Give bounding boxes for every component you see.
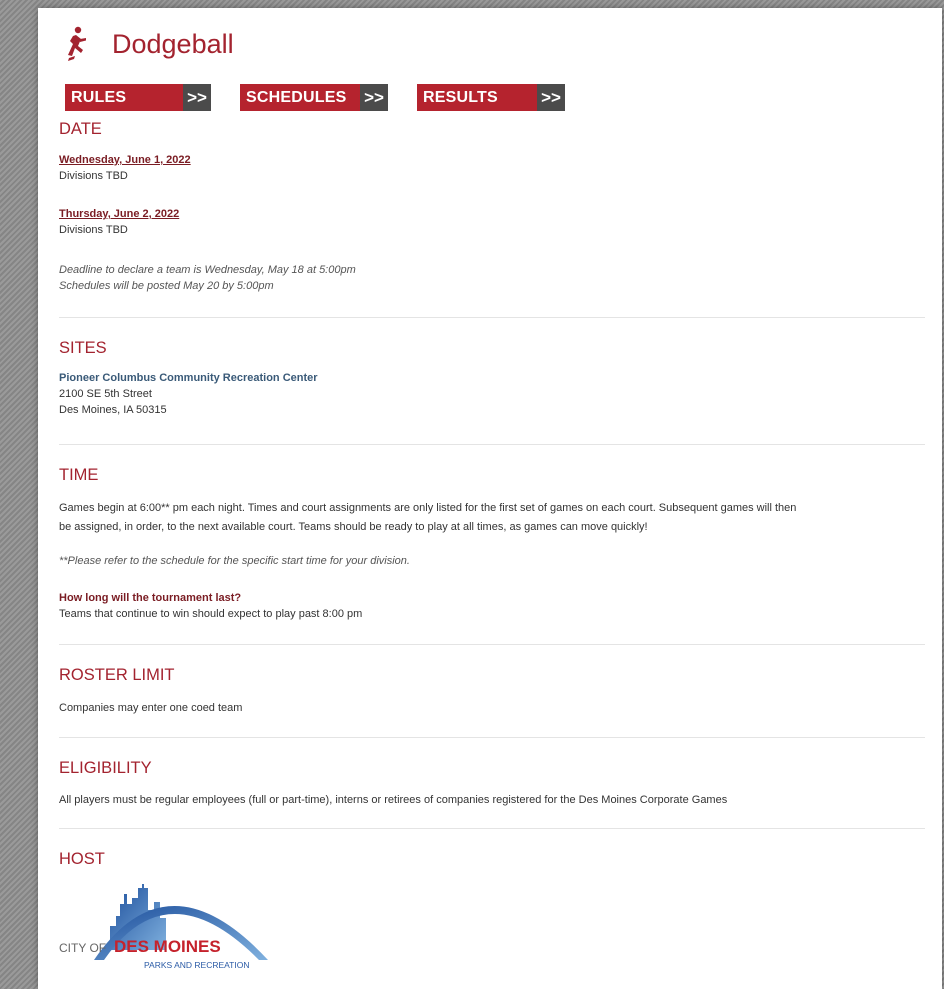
schedules-button-label: SCHEDULES [240,84,360,111]
double-chevron-right-icon: >> [183,84,211,111]
rules-button-label: RULES [65,84,183,111]
logo-text-des-moines: DES MOINES [114,937,221,956]
duration-faq: How long will the tournament last? Teams… [59,590,362,622]
divider [59,444,925,445]
double-chevron-right-icon: >> [537,84,565,111]
double-chevron-right-icon: >> [360,84,388,111]
duration-answer: Teams that continue to win should expect… [59,608,363,620]
site-name: Pioneer Columbus Community Recreation Ce… [59,372,318,384]
page-header: Dodgeball [64,22,234,66]
rules-button[interactable]: RULES >> [65,84,211,111]
des-moines-parks-logo: CITY OF DES MOINES PARKS AND RECREATION [59,884,268,970]
site-street: 2100 SE 5th Street [59,388,152,400]
page-title: Dodgeball [112,28,234,59]
site-address: Pioneer Columbus Community Recreation Ce… [59,370,318,418]
schedules-button[interactable]: SCHEDULES >> [240,84,388,111]
main-page: Dodgeball RULES >> SCHEDULES >> RESULTS … [38,8,942,989]
time-heading: TIME [59,466,99,484]
date-link-thursday[interactable]: Thursday, June 2, 2022 [59,208,179,220]
schedule-note: Schedules will be posted May 20 by 5:00p… [59,280,274,292]
results-button[interactable]: RESULTS >> [417,84,565,111]
date-entry: Wednesday, June 1, 2022 Divisions TBD [59,152,191,184]
roster-text: Companies may enter one coed team [59,702,243,714]
runner-icon [68,26,86,61]
date-detail: Divisions TBD [59,170,128,182]
logo-text-city-of: CITY OF [59,941,106,955]
host-heading: HOST [59,850,105,868]
deadline-note: Deadline to declare a team is Wednesday,… [59,264,356,276]
time-description: Games begin at 6:00** pm each night. Tim… [59,499,796,537]
sites-heading: SITES [59,339,107,357]
roster-heading: ROSTER LIMIT [59,666,175,684]
date-heading: DATE [59,120,102,138]
date-entry: Thursday, June 2, 2022 Divisions TBD [59,206,179,238]
results-button-label: RESULTS [417,84,537,111]
time-line-2: be assigned, in order, to the next avail… [59,521,648,533]
eligibility-text: All players must be regular employees (f… [59,794,728,806]
eligibility-heading: ELIGIBILITY [59,759,152,777]
time-footnote: **Please refer to the schedule for the s… [59,555,410,567]
logo-text-parks: PARKS AND RECREATION [144,960,249,970]
time-line-1: Games begin at 6:00** pm each night. Tim… [59,502,797,514]
divider [59,737,925,738]
section-nav: RULES >> SCHEDULES >> RESULTS >> [65,84,594,111]
duration-question: How long will the tournament last? [59,592,242,604]
divider [59,317,925,318]
date-detail: Divisions TBD [59,224,128,236]
divider [59,828,925,829]
divider [59,644,925,645]
date-link-wednesday[interactable]: Wednesday, June 1, 2022 [59,154,191,166]
date-notes: Deadline to declare a team is Wednesday,… [59,262,356,294]
site-city: Des Moines, IA 50315 [59,404,167,416]
